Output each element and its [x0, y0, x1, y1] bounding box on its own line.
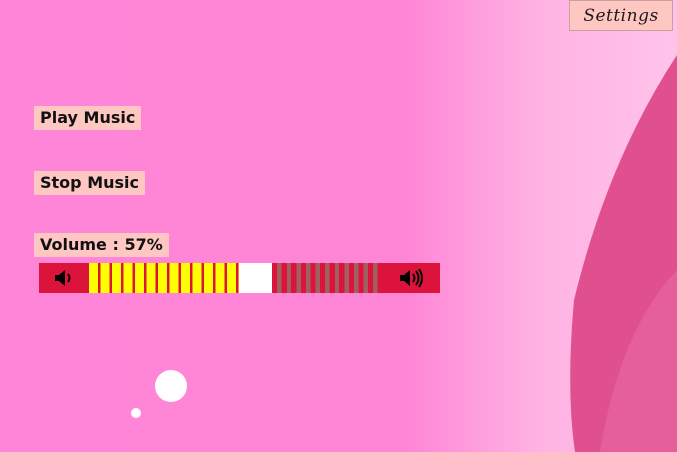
play-music-button[interactable]: Play Music	[34, 106, 142, 130]
stop-music-button[interactable]: Stop Music	[34, 171, 145, 195]
volume-fill	[89, 263, 239, 293]
speaker-low-icon	[55, 270, 71, 286]
decorative-bubble-small	[131, 408, 141, 418]
volume-remaining	[272, 263, 383, 293]
volume-track[interactable]	[89, 263, 383, 293]
background-decoration	[131, 55, 677, 452]
volume-up-button[interactable]	[383, 263, 440, 293]
speaker-high-icon	[399, 268, 423, 288]
volume-slider[interactable]	[39, 263, 440, 293]
decorative-bubble-large	[155, 370, 187, 402]
settings-button[interactable]: Settings	[569, 0, 673, 31]
volume-thumb[interactable]	[239, 263, 272, 293]
volume-label: Volume : 57%	[34, 233, 169, 257]
volume-down-button[interactable]	[39, 263, 89, 293]
